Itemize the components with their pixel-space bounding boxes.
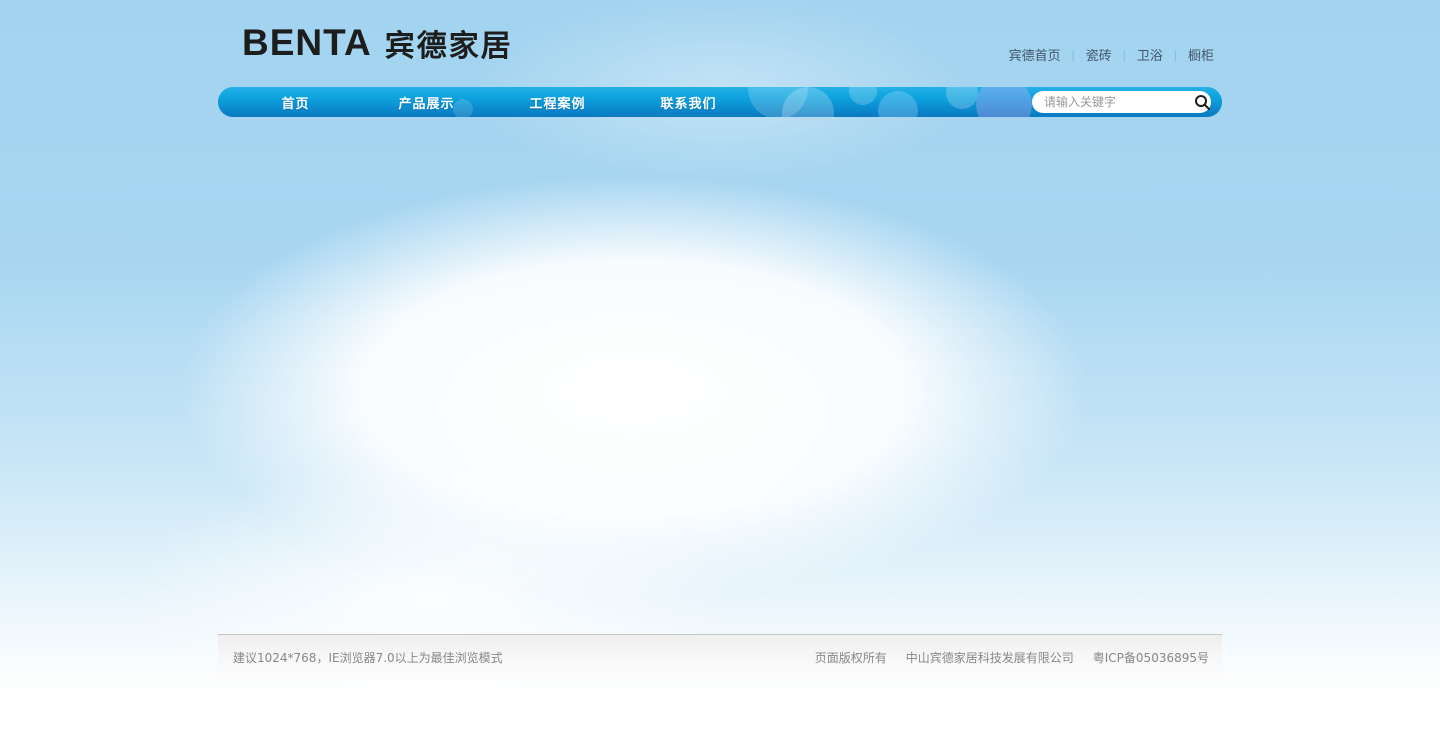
nav-item-products[interactable]: 产品展示 [361,87,492,117]
nav-item-projects[interactable]: 工程案例 [492,87,623,117]
search-box [1032,91,1211,113]
logo-latin-text: BENTA [242,22,372,64]
header: BENTA 宾德家居 宾德首页 | 瓷砖 | 卫浴 | 橱柜 [218,0,1222,87]
nav-item-home[interactable]: 首页 [230,87,361,117]
footer-browser-note: 建议1024*768，IE浏览器7.0以上为最佳浏览模式 [233,649,503,666]
main-content-area [218,117,1222,634]
nav-item-contact[interactable]: 联系我们 [623,87,754,117]
footer: 建议1024*768，IE浏览器7.0以上为最佳浏览模式 页面版权所有 中山宾德… [218,634,1222,680]
top-link-benta-home[interactable]: 宾德首页 [1007,45,1063,64]
page-container: BENTA 宾德家居 宾德首页 | 瓷砖 | 卫浴 | 橱柜 首页 产品展示 工… [218,0,1222,747]
top-link-cabinets[interactable]: 橱柜 [1186,45,1216,64]
top-link-bathroom[interactable]: 卫浴 [1135,45,1165,64]
footer-icp-number: 粤ICP备05036895号 [1093,649,1209,666]
search-input[interactable] [1044,93,1194,111]
link-separator: | [1174,48,1177,62]
footer-copyright: 页面版权所有 中山宾德家居科技发展有限公司 粤ICP备05036895号 [815,649,1209,666]
main-navbar: 首页 产品展示 工程案例 联系我们 [218,87,1222,117]
link-separator: | [1123,48,1126,62]
link-separator: | [1072,48,1075,62]
top-utility-links: 宾德首页 | 瓷砖 | 卫浴 | 橱柜 [1007,45,1216,64]
company-logo[interactable]: BENTA 宾德家居 [242,21,513,65]
top-link-tiles[interactable]: 瓷砖 [1084,45,1114,64]
footer-company-name: 中山宾德家居科技发展有限公司 [906,649,1074,666]
search-icon [1194,94,1211,111]
search-button[interactable] [1194,91,1211,113]
footer-copyright-label: 页面版权所有 [815,649,887,666]
logo-chinese-text: 宾德家居 [385,21,513,65]
